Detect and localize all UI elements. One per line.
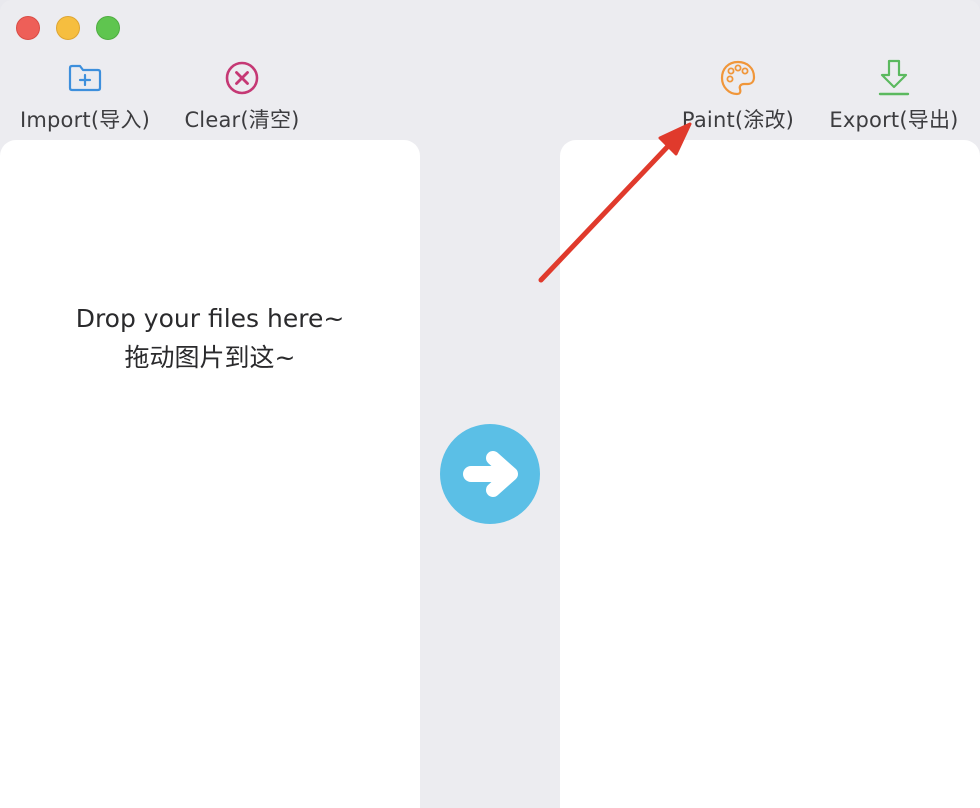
convert-button[interactable] (440, 424, 540, 524)
close-circle-icon (220, 56, 264, 100)
folder-plus-icon (63, 56, 107, 100)
drop-hint-english: Drop your files here~ (75, 304, 345, 333)
close-window-button[interactable] (16, 16, 40, 40)
import-label: Import(导入) (19, 108, 151, 132)
paint-button[interactable]: Paint(涂改) (678, 56, 798, 134)
download-icon (872, 56, 916, 100)
paint-label: Paint(涂改) (681, 108, 795, 132)
clear-button[interactable]: Clear(清空) (182, 56, 302, 134)
input-drop-zone[interactable] (0, 140, 420, 808)
drop-hint-chinese: 拖动图片到这~ (124, 343, 296, 372)
minimize-window-button[interactable] (56, 16, 80, 40)
export-button[interactable]: Export(导出) (828, 56, 960, 134)
app-window: Import(导入) Clear(清空) Paint(涂改) Export(导出… (0, 0, 980, 808)
import-button[interactable]: Import(导入) (18, 56, 152, 134)
zoom-window-button[interactable] (96, 16, 120, 40)
arrow-right-icon (463, 451, 518, 497)
clear-label: Clear(清空) (184, 108, 300, 132)
output-preview-panel (560, 140, 980, 808)
palette-icon (716, 56, 760, 100)
export-label: Export(导出) (829, 108, 959, 132)
